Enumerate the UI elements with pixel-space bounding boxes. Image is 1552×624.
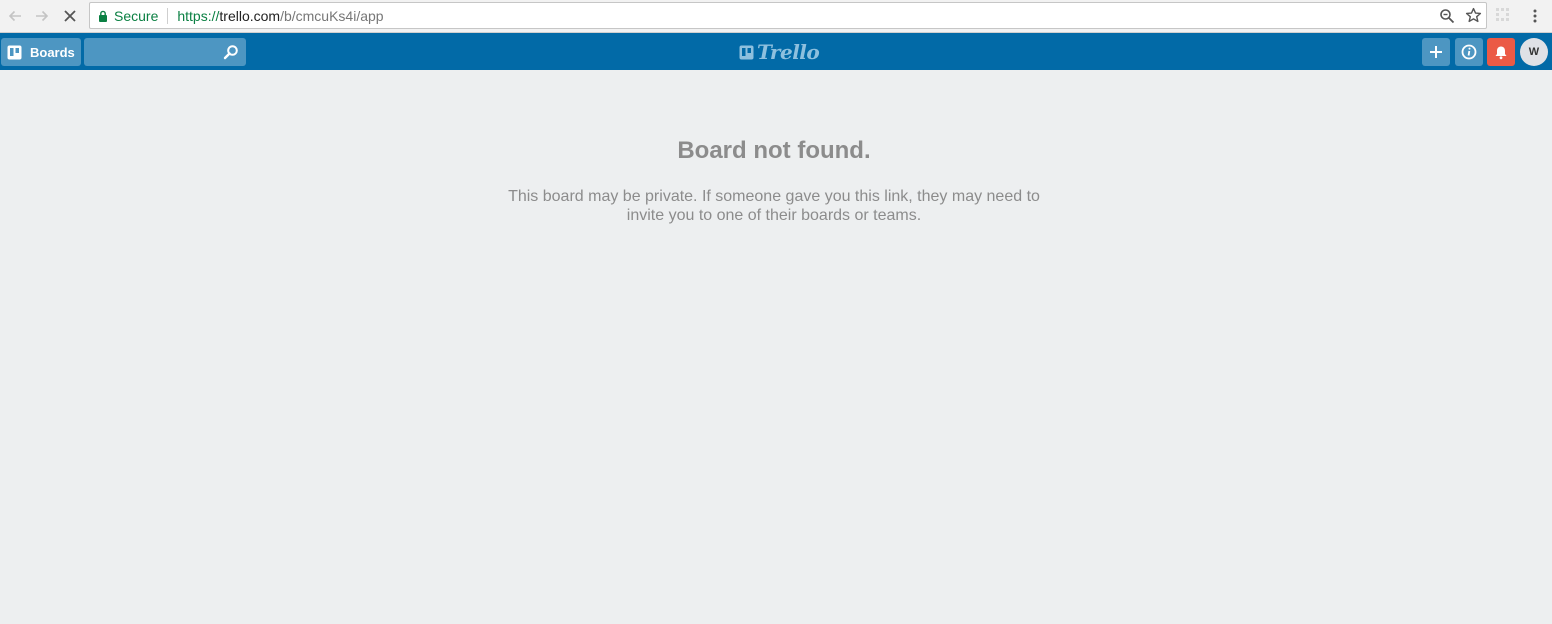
url-scheme: https:// — [177, 7, 220, 24]
trello-header: Boards Trello W — [0, 33, 1552, 70]
search-input[interactable] — [84, 38, 246, 66]
search-icon[interactable] — [223, 44, 239, 60]
info-icon — [1461, 44, 1477, 60]
browser-menu-button[interactable] — [1526, 5, 1544, 27]
boards-button[interactable]: Boards — [1, 38, 81, 66]
url-text[interactable]: https://trello.com/b/cmcuKs4i/app — [177, 8, 383, 24]
kebab-menu-icon — [1533, 9, 1537, 23]
address-bar-actions — [1439, 3, 1482, 28]
bell-icon — [1495, 46, 1507, 59]
avatar[interactable]: W — [1520, 38, 1548, 66]
trello-logo[interactable]: Trello — [739, 40, 820, 64]
not-found-message: This board may be private. If someone ga… — [508, 188, 1040, 224]
extension-icon[interactable] — [1494, 6, 1512, 24]
lock-icon — [99, 10, 107, 22]
boards-label: Boards — [30, 44, 75, 60]
address-divider — [167, 7, 169, 24]
info-button[interactable] — [1455, 38, 1483, 66]
star-icon[interactable] — [1465, 7, 1482, 24]
page-title: Board not found. — [677, 137, 871, 164]
url-path: /b/cmcuKs4i/app — [280, 7, 384, 24]
address-bar[interactable]: Secure https://trello.com/b/cmcuKs4i/app — [89, 2, 1487, 29]
main-content: Board not found. This board may be priva… — [0, 70, 1552, 624]
arrow-left-icon — [8, 10, 21, 22]
boards-icon — [7, 45, 22, 59]
arrow-right-icon — [36, 10, 49, 22]
secure-label: Secure — [114, 7, 159, 24]
trello-logo-icon — [739, 45, 754, 59]
url-host: trello.com — [219, 7, 281, 24]
back-button[interactable] — [3, 4, 27, 28]
browser-toolbar: Secure https://trello.com/b/cmcuKs4i/app — [0, 0, 1552, 33]
plus-icon — [1430, 46, 1442, 58]
zoom-icon[interactable] — [1439, 8, 1455, 24]
forward-button[interactable] — [30, 4, 54, 28]
add-button[interactable] — [1422, 38, 1450, 66]
trello-logo-text: Trello — [757, 40, 820, 64]
notifications-button[interactable] — [1487, 38, 1515, 66]
close-icon — [64, 10, 76, 22]
stop-button[interactable] — [58, 4, 82, 28]
